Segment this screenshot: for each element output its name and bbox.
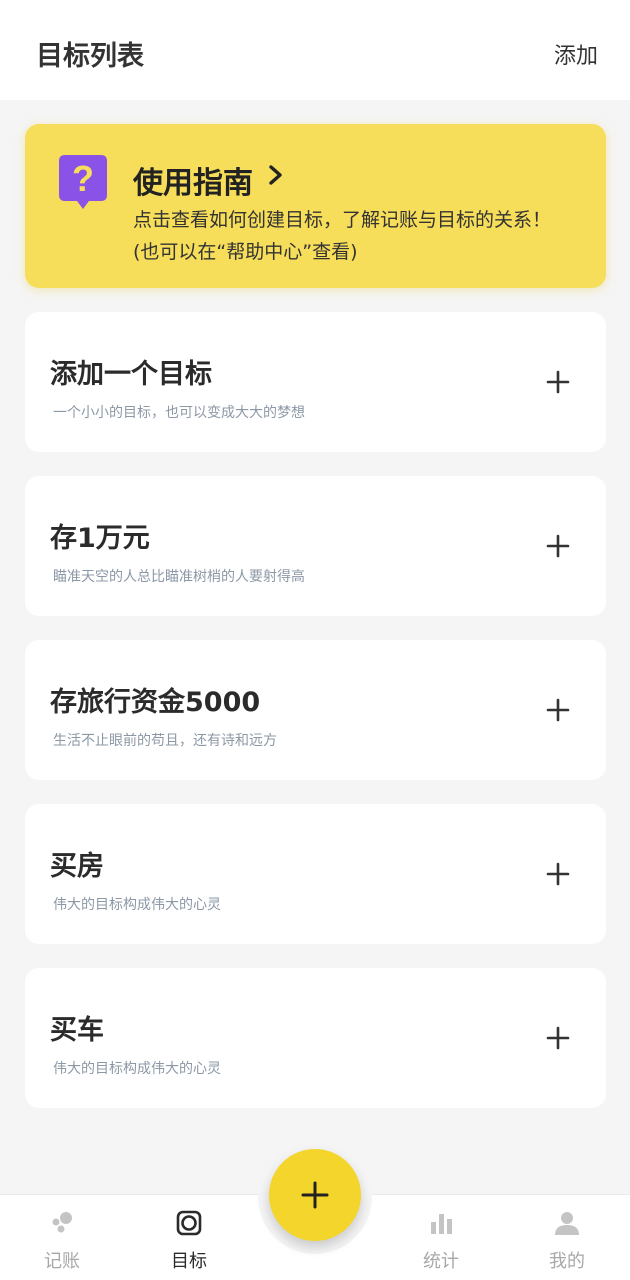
tab-label: 我的 — [549, 1251, 585, 1272]
plus-icon[interactable] — [546, 862, 570, 886]
tab-bookkeeping[interactable]: 记账 — [22, 1195, 102, 1280]
goal-subtitle: 生活不止眼前的苟且，还有诗和远方 — [53, 733, 277, 749]
tab-goals[interactable]: 目标 — [149, 1195, 229, 1280]
goal-subtitle: 伟大的目标构成伟大的心灵 — [53, 1061, 221, 1077]
guide-description: 点击查看如何创建目标，了解记账与目标的关系！ (也可以在“帮助中心”查看) — [133, 204, 593, 268]
target-icon — [176, 1210, 202, 1236]
bookkeeping-icon — [52, 1212, 72, 1233]
plus-icon[interactable] — [546, 698, 570, 722]
bar-chart-icon — [431, 1214, 452, 1234]
tab-label: 目标 — [171, 1251, 207, 1272]
plus-icon — [301, 1181, 329, 1209]
goal-subtitle: 伟大的目标构成伟大的心灵 — [53, 897, 221, 913]
add-record-button[interactable] — [269, 1149, 361, 1241]
header: 目标列表 添加 — [0, 0, 630, 100]
goal-name: 买车 — [50, 1015, 104, 1046]
tab-statistics[interactable]: 统计 — [401, 1195, 481, 1280]
svg-text:?: ? — [72, 158, 94, 199]
guide-title: 使用指南 — [133, 166, 253, 201]
guide-line-2: (也可以在“帮助中心”查看) — [133, 241, 358, 263]
goal-name: 买房 — [50, 851, 104, 882]
tab-label: 统计 — [423, 1251, 459, 1272]
plus-icon[interactable] — [546, 370, 570, 394]
goal-name: 存旅行资金5000 — [50, 687, 261, 718]
tab-mine[interactable]: 我的 — [527, 1195, 607, 1280]
goal-card[interactable]: 添加一个目标 一个小小的目标，也可以变成大大的梦想 — [25, 312, 606, 452]
guide-line-1: 点击查看如何创建目标，了解记账与目标的关系！ — [133, 209, 552, 231]
goal-subtitle: 一个小小的目标，也可以变成大大的梦想 — [53, 405, 305, 421]
user-icon — [555, 1212, 579, 1235]
add-goal-link[interactable]: 添加 — [554, 38, 598, 70]
goal-card[interactable]: 存旅行资金5000 生活不止眼前的苟且，还有诗和远方 — [25, 640, 606, 780]
goal-card[interactable]: 买房 伟大的目标构成伟大的心灵 — [25, 804, 606, 944]
plus-icon[interactable] — [546, 534, 570, 558]
goal-name: 添加一个目标 — [50, 359, 212, 390]
page-title: 目标列表 — [36, 41, 144, 72]
question-icon: ? — [59, 155, 107, 209]
goal-card[interactable]: 买车 伟大的目标构成伟大的心灵 — [25, 968, 606, 1108]
usage-guide-banner[interactable]: ? 使用指南 点击查看如何创建目标，了解记账与目标的关系！ (也可以在“帮助中心… — [25, 124, 606, 288]
tab-label: 记账 — [44, 1251, 80, 1272]
chevron-right-icon — [269, 165, 282, 185]
goal-name: 存1万元 — [50, 523, 150, 554]
goal-card[interactable]: 存1万元 瞄准天空的人总比瞄准树梢的人要射得高 — [25, 476, 606, 616]
goal-subtitle: 瞄准天空的人总比瞄准树梢的人要射得高 — [53, 569, 305, 585]
plus-icon[interactable] — [546, 1026, 570, 1050]
